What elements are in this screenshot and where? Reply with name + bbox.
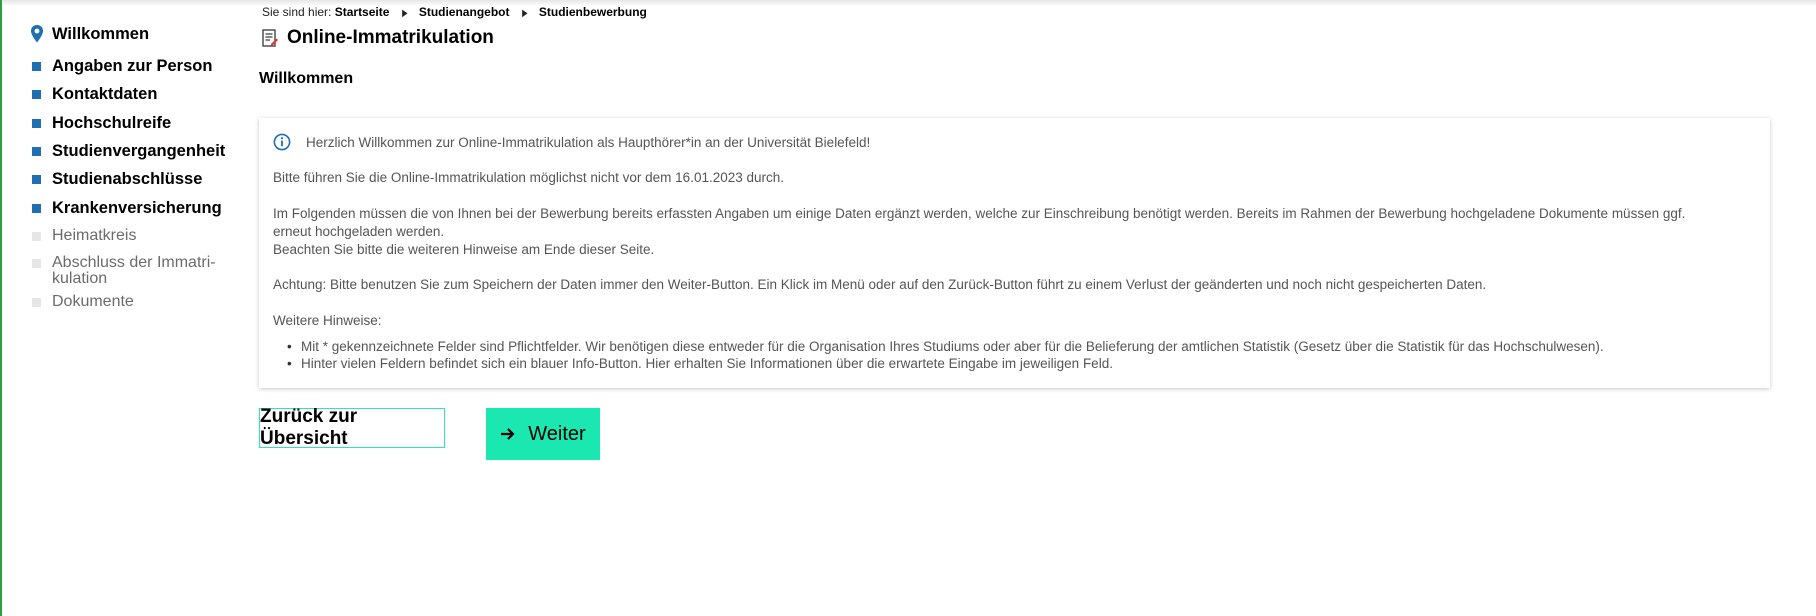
sidebar-item-kontaktdaten[interactable]: Kontaktdaten bbox=[28, 86, 157, 102]
page-title: Online-Immatrikulation bbox=[287, 27, 494, 48]
sidebar-item-label: Abschluss der Immatri- bbox=[52, 254, 216, 271]
nav-bullet bbox=[32, 175, 41, 184]
sidebar-item-label: Studienvergangenheit bbox=[52, 142, 226, 160]
breadcrumb-link-studienbewerbung[interactable]: Studienbewerbung bbox=[539, 5, 647, 19]
left-border bbox=[0, 0, 2, 616]
sidebar-nav: Willkommen bbox=[28, 22, 238, 54]
sidebar-item-hochschulreife[interactable]: Hochschulreife bbox=[28, 115, 171, 131]
arrow-right-icon bbox=[501, 428, 515, 440]
sidebar-item-label: Kontaktdaten bbox=[52, 85, 158, 103]
nav-bullet bbox=[32, 232, 41, 241]
nav-bullet bbox=[32, 62, 41, 71]
nav-bullet bbox=[32, 298, 41, 307]
sidebar-item-label: Krankenversicherung bbox=[52, 199, 222, 217]
further-notes-heading: Weitere Hinweise: bbox=[273, 313, 382, 328]
sidebar-item-studienvergangenheit[interactable]: Studienvergangenheit bbox=[28, 143, 225, 159]
sidebar-item-willkommen[interactable]: Willkommen bbox=[28, 22, 238, 54]
sidebar-item-label: Angaben zur Person bbox=[52, 57, 213, 75]
further-notes-list: Mit * gekennzeichnete Felder sind Pflich… bbox=[273, 338, 1604, 372]
page-title-row: Online-Immatrikulation bbox=[262, 26, 494, 50]
sidebar-item-label: Studienabschlüsse bbox=[52, 170, 203, 188]
attention-note: Achtung: Bitte benutzen Sie zum Speicher… bbox=[273, 277, 1487, 292]
chevron-right-icon: ▶ bbox=[401, 8, 408, 19]
breadcrumb-link-startseite[interactable]: Startseite bbox=[335, 5, 390, 19]
sidebar-item-abschluss-der-immatrikulation[interactable]: Abschluss der Immatri- kulation bbox=[28, 255, 216, 287]
info-panel: Herzlich Willkommen zur Online-Immatriku… bbox=[259, 118, 1770, 388]
breadcrumb: Sie sind hier: Startseite ▶ Studienangeb… bbox=[262, 5, 647, 19]
next-button-label: Weiter bbox=[528, 422, 586, 445]
next-button[interactable]: Weiter bbox=[486, 408, 600, 460]
data-note-line-3: Beachten Sie bitte die weiteren Hinweise… bbox=[273, 242, 655, 257]
sidebar-item-dokumente[interactable]: Dokumente bbox=[28, 294, 134, 310]
list-item: Mit * gekennzeichnete Felder sind Pflich… bbox=[287, 338, 1604, 355]
breadcrumb-prefix: Sie sind hier: bbox=[262, 5, 332, 19]
section-title: Willkommen bbox=[259, 70, 354, 87]
sidebar-item-label: Hochschulreife bbox=[52, 114, 172, 132]
nav-bullet bbox=[32, 147, 41, 156]
sidebar-item-heimatkreis[interactable]: Heimatkreis bbox=[28, 228, 136, 244]
sidebar-item-label: Dokumente bbox=[52, 293, 134, 310]
chevron-right-icon: ▶ bbox=[521, 8, 528, 19]
info-icon bbox=[273, 133, 291, 151]
sidebar-item-label-continued: kulation bbox=[52, 270, 108, 287]
nav-bullet bbox=[32, 204, 41, 213]
sidebar-item-angaben-zur-person[interactable]: Angaben zur Person bbox=[28, 58, 212, 74]
welcome-text: Herzlich Willkommen zur Online-Immatriku… bbox=[306, 135, 871, 150]
sidebar-item-krankenversicherung[interactable]: Krankenversicherung bbox=[28, 200, 222, 216]
data-note-line-1: Im Folgenden müssen die von Ihnen bei de… bbox=[273, 206, 1686, 221]
nav-bullet bbox=[32, 90, 41, 99]
breadcrumb-link-studienangebot[interactable]: Studienangebot bbox=[419, 5, 510, 19]
list-item: Hinter vielen Feldern befindet sich ein … bbox=[287, 355, 1604, 372]
date-note: Bitte führen Sie die Online-Immatrikulat… bbox=[273, 170, 785, 185]
sidebar-item-studienabschluesse[interactable]: Studienabschlüsse bbox=[28, 171, 202, 187]
form-document-icon bbox=[262, 29, 278, 47]
sidebar-item-label: Heimatkreis bbox=[52, 227, 137, 244]
back-to-overview-button[interactable]: Zurück zur Übersicht bbox=[259, 406, 445, 449]
sidebar-item-label: Willkommen bbox=[52, 25, 150, 43]
nav-bullet bbox=[32, 259, 41, 268]
data-note-line-2: erneut hochgeladen werden. bbox=[273, 224, 445, 239]
location-pin-icon bbox=[31, 25, 43, 43]
nav-bullet bbox=[32, 119, 41, 128]
